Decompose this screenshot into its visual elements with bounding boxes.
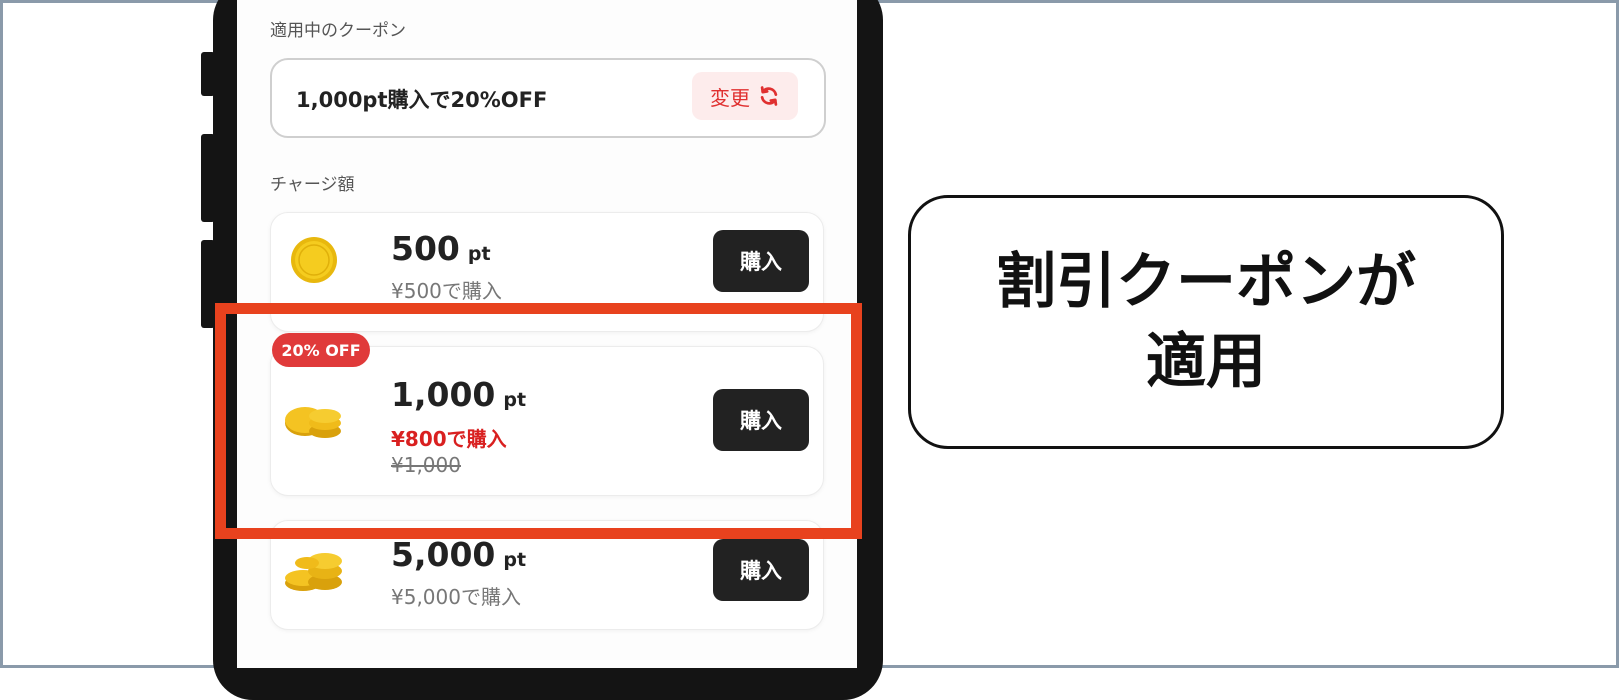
buy-button[interactable]: 購入 [713, 230, 809, 292]
coupon-section-label: 適用中のクーポン [270, 21, 406, 41]
charge-amount: 500 pt [391, 229, 491, 268]
phone-volume-down-button [201, 240, 215, 328]
change-coupon-label: 変更 [710, 85, 750, 110]
applied-coupon-text: 1,000pt購入で20%OFF [296, 88, 548, 112]
change-coupon-button[interactable]: 変更 [692, 72, 798, 120]
phone-side-button [201, 52, 215, 96]
coin-stack-icon [285, 553, 342, 591]
charge-price: ¥5,000で購入 [391, 585, 521, 609]
single-coin-icon [291, 237, 337, 283]
phone-volume-up-button [201, 134, 215, 222]
buy-button[interactable]: 購入 [713, 539, 809, 601]
refresh-icon [760, 86, 778, 106]
charge-amount: 5,000 pt [391, 535, 527, 574]
charge-price: ¥500で購入 [391, 279, 502, 303]
charge-section-label: チャージ額 [270, 175, 355, 195]
callout-line-2: 適用 [1146, 327, 1266, 397]
callout-line-1: 割引クーポンが [996, 247, 1416, 317]
applied-coupon-box: 1,000pt購入で20%OFF 変更 [270, 58, 826, 138]
callout-box: 割引クーポンが 適用 [908, 195, 1504, 449]
highlight-frame [215, 303, 862, 539]
